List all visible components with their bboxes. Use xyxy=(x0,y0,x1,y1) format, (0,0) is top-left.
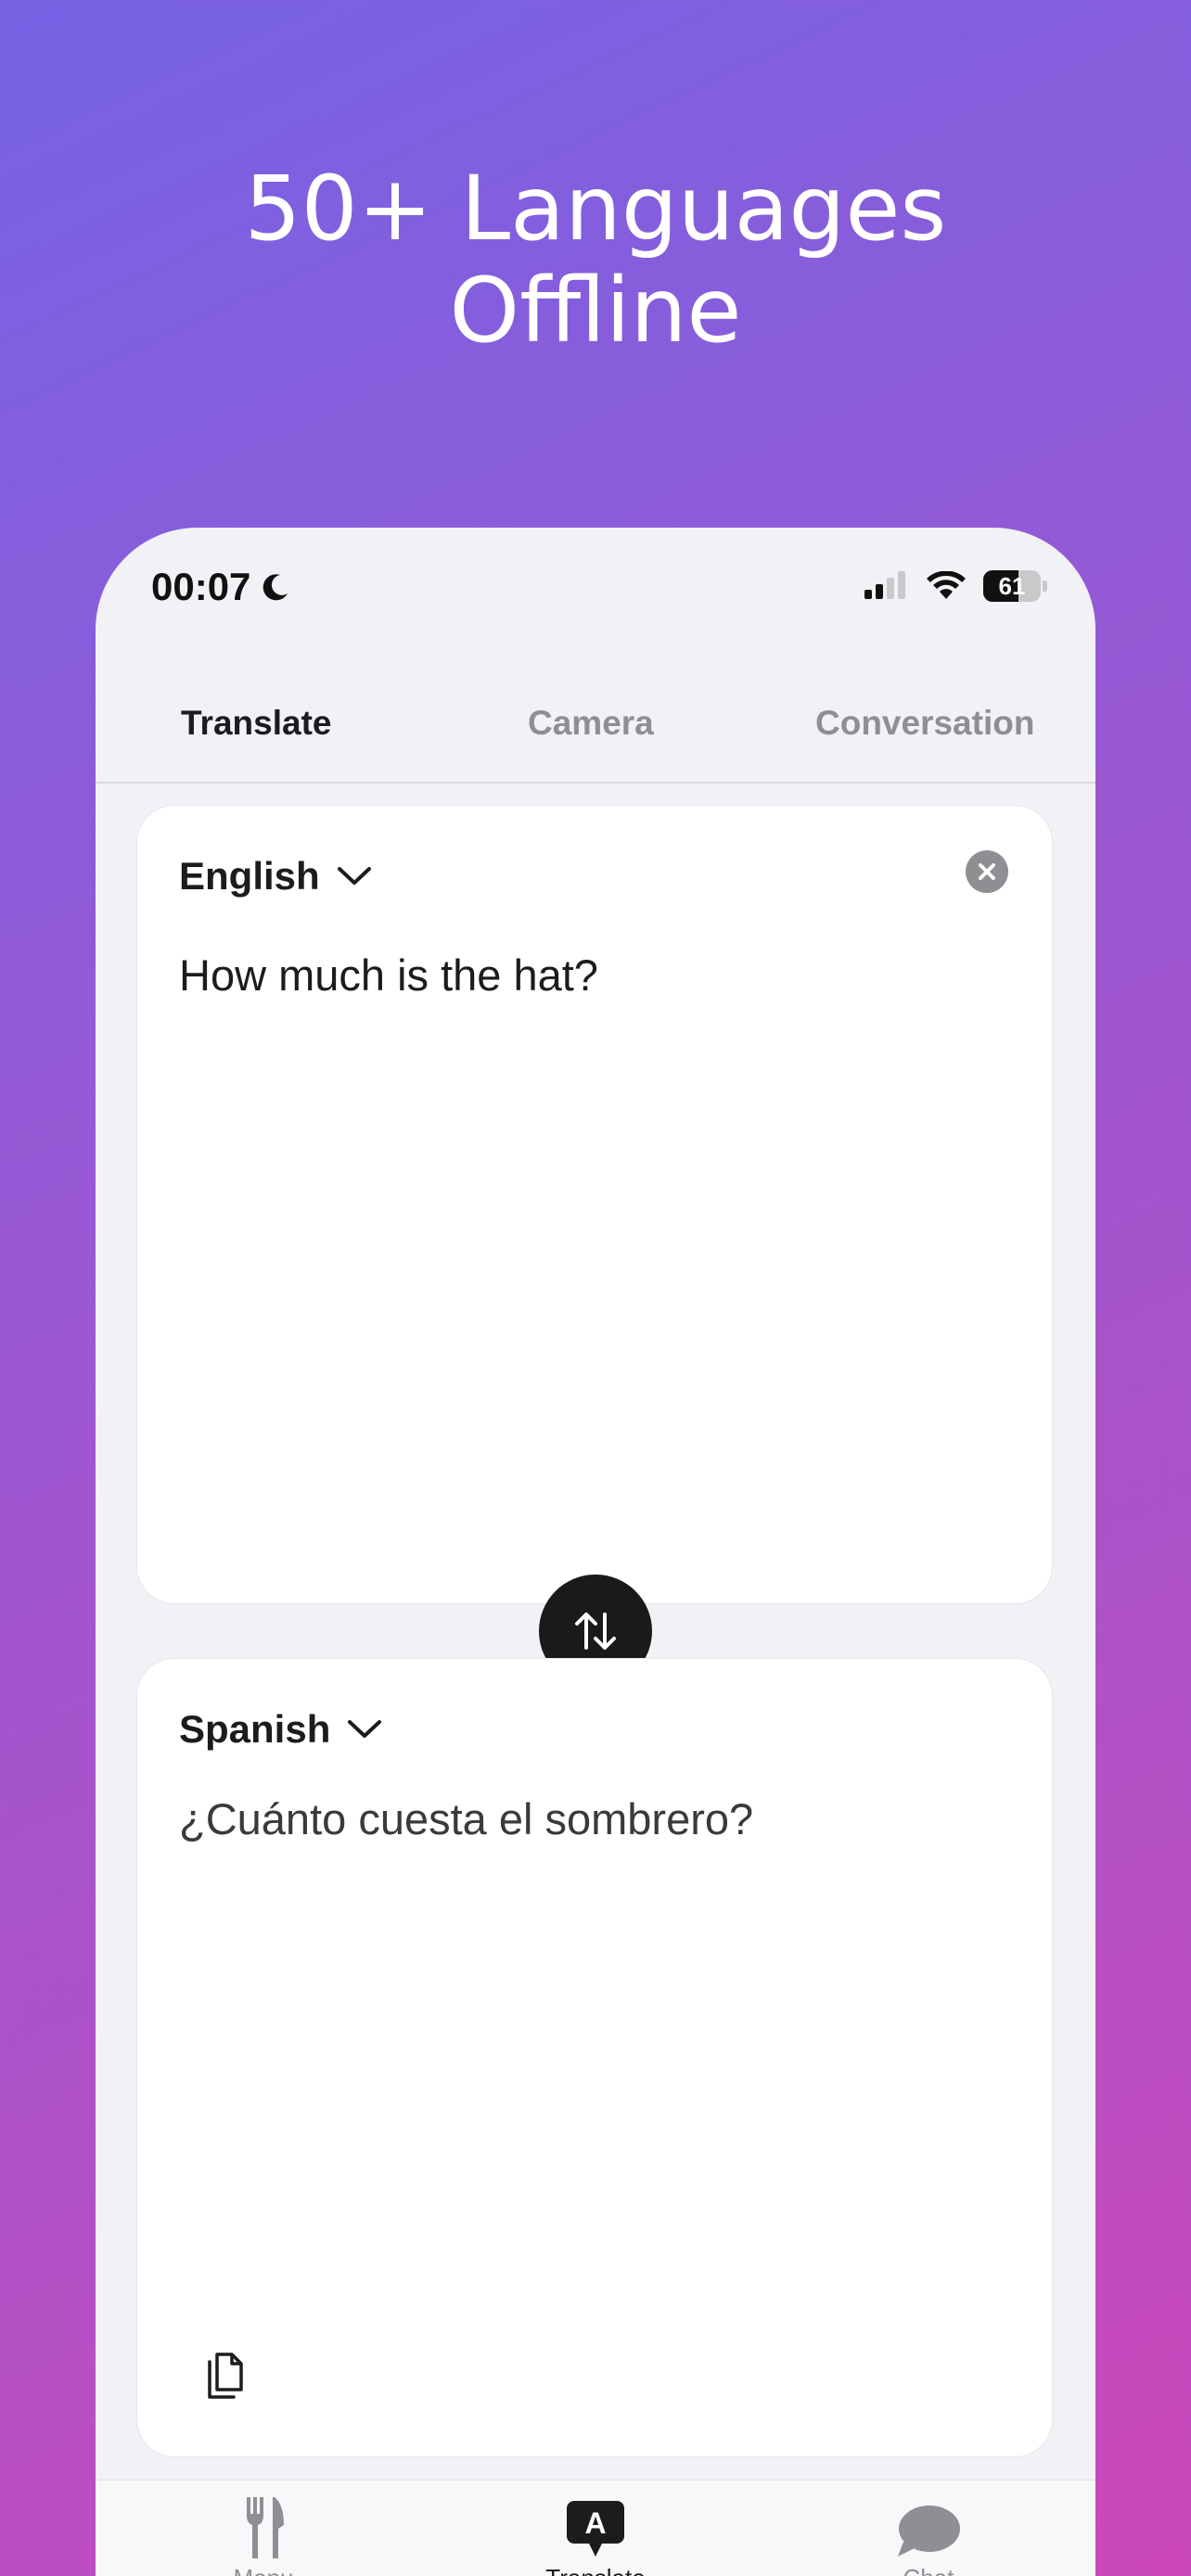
source-language-select[interactable]: English xyxy=(179,854,372,899)
battery-cap xyxy=(1043,580,1047,592)
bottom-tab-bar: Menu A Translate Chat xyxy=(96,2480,1095,2576)
svg-text:A: A xyxy=(584,2506,606,2540)
nav-menu-label: Menu xyxy=(171,2564,356,2576)
headline-line-2: Offline xyxy=(449,259,742,363)
nav-menu[interactable]: Menu xyxy=(171,2495,356,2576)
chevron-down-icon xyxy=(337,867,371,885)
wifi-icon xyxy=(927,571,966,599)
nav-translate[interactable]: A Translate xyxy=(503,2495,688,2576)
source-text-input[interactable]: How much is the hat? xyxy=(179,950,598,1001)
source-card: English How much is the hat? xyxy=(137,806,1052,1603)
tab-conversation[interactable]: Conversation xyxy=(815,704,1034,743)
tab-translate[interactable]: Translate xyxy=(181,704,331,743)
source-language-label: English xyxy=(179,854,320,898)
phone-screen: 00:07 61 Translate Camera Conversation E… xyxy=(96,528,1095,2576)
headline-line-1: 50+ Languages xyxy=(244,157,947,261)
moon-icon xyxy=(263,574,288,601)
marketing-headline: 50+ Languages Offline xyxy=(0,158,1191,362)
swap-arrows-icon xyxy=(575,1613,616,1650)
battery-icon: 61 xyxy=(983,570,1041,602)
status-icons: 61 xyxy=(863,570,1047,602)
copy-icon xyxy=(208,2353,243,2399)
chat-bubble-icon xyxy=(898,2506,960,2557)
translate-bubble-icon: A xyxy=(567,2501,624,2557)
status-time-text: 00:07 xyxy=(151,565,251,608)
translation-output: ¿Cuánto cuesta el sombrero? xyxy=(179,1794,754,1843)
clear-button[interactable] xyxy=(966,850,1008,893)
nav-translate-label: Translate xyxy=(503,2564,688,2576)
close-icon xyxy=(979,863,995,880)
chevron-down-icon xyxy=(348,1720,382,1738)
nav-chat[interactable]: Chat xyxy=(836,2495,1021,2576)
target-card: Spanish ¿Cuánto cuesta el sombrero? xyxy=(137,1659,1052,2456)
mode-tabs: Translate Camera Conversation xyxy=(96,685,1095,784)
target-language-select[interactable]: Spanish xyxy=(179,1707,382,1752)
signal-icon xyxy=(864,571,905,599)
tab-camera[interactable]: Camera xyxy=(528,704,654,743)
copy-button[interactable] xyxy=(202,2349,249,2401)
status-time: 00:07 xyxy=(151,565,291,609)
battery-level: 61 xyxy=(998,572,1026,600)
fork-knife-icon xyxy=(247,2497,284,2558)
nav-chat-label: Chat xyxy=(836,2564,1021,2576)
target-language-label: Spanish xyxy=(179,1707,331,1751)
